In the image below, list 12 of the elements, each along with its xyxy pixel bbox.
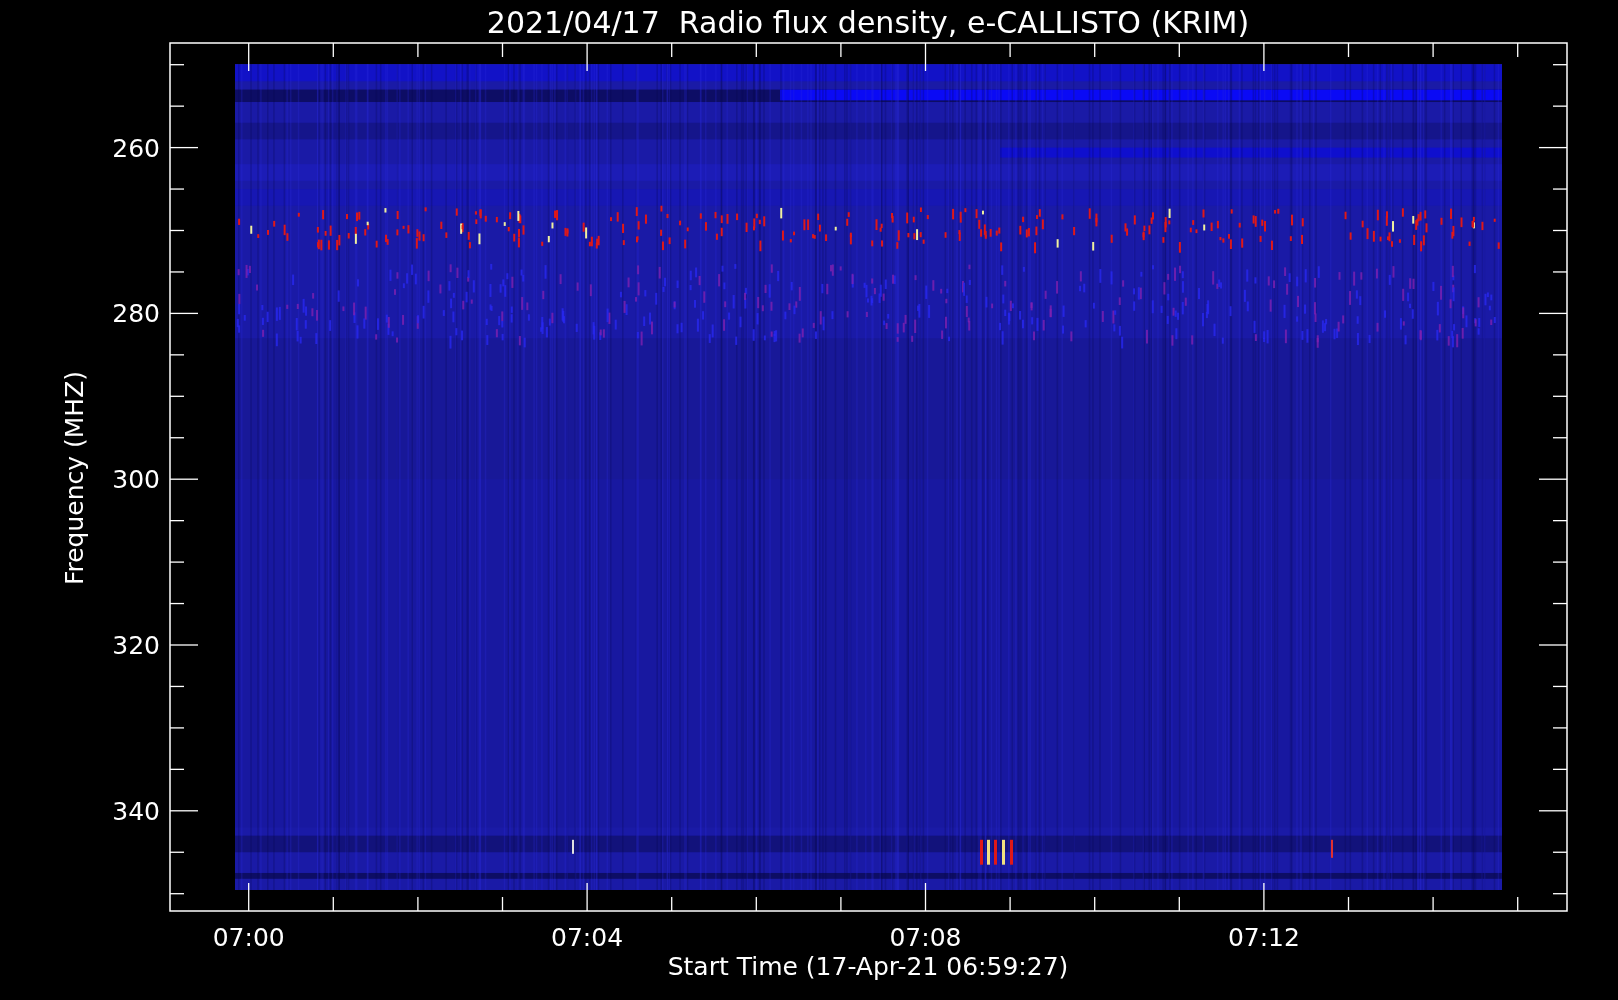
tick-label: 07:00 [212,923,285,952]
axis-label: Frequency (MHZ) [60,370,89,586]
tick-label: 300 [112,465,160,495]
tick-label: 260 [112,133,160,163]
axis-label: Start Time (17-Apr-21 06:59:27) [667,952,1069,981]
tick-label: 340 [112,796,160,826]
tick-label: 07:12 [1227,923,1300,952]
tick-label: 07:08 [889,923,962,952]
chart-title: 2021/04/17 Radio flux density, e-CALLISTO (KRIM) [486,5,1250,40]
tick-label: 320 [112,631,160,660]
tick-label: 07:04 [551,923,624,952]
tick-label: 280 [112,299,160,329]
